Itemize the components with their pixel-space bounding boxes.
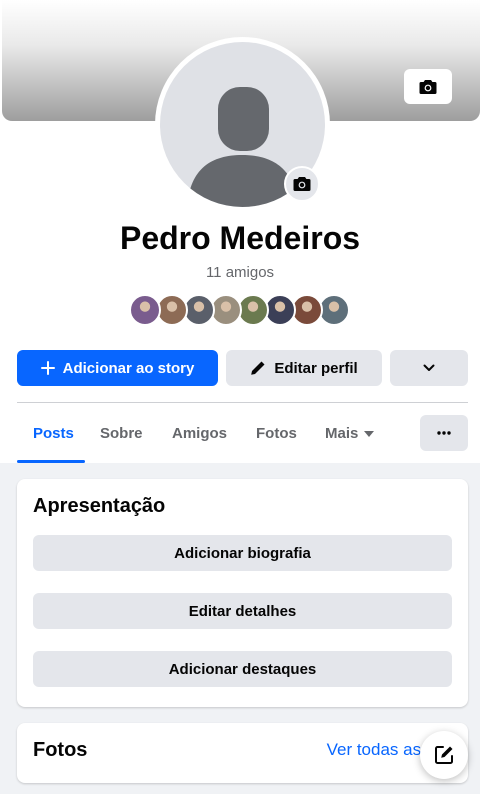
- header-divider: [17, 402, 468, 403]
- friend-avatar[interactable]: [129, 294, 161, 326]
- edit-profile-button[interactable]: Editar perfil: [226, 350, 382, 386]
- tab-about[interactable]: Sobre: [100, 425, 143, 442]
- more-options-button[interactable]: [420, 415, 468, 451]
- active-tab-indicator: [17, 460, 85, 463]
- tab-more[interactable]: Mais: [325, 425, 375, 442]
- tab-photos[interactable]: Fotos: [256, 425, 297, 442]
- caret-down-icon: [364, 430, 375, 437]
- profile-header: Pedro Medeiros 11 amigos Adicionar ao st…: [0, 0, 480, 463]
- intro-title: Apresentação: [33, 495, 166, 517]
- chevron-down-icon: [423, 364, 435, 372]
- compose-icon: [433, 744, 455, 766]
- friends-count[interactable]: 11 amigos: [0, 264, 480, 281]
- photos-card: Fotos Ver todas as fo: [17, 723, 468, 783]
- add-featured-button[interactable]: Adicionar destaques: [33, 651, 452, 687]
- profile-more-dropdown-button[interactable]: [390, 350, 468, 386]
- ellipsis-icon: [437, 431, 451, 435]
- edit-avatar-camera-icon[interactable]: [284, 166, 320, 202]
- friend-avatars-row: [129, 294, 350, 326]
- edit-profile-label: Editar perfil: [274, 359, 358, 377]
- intro-card: Apresentação Adicionar biografia Editar …: [17, 479, 468, 707]
- add-to-story-button[interactable]: Adicionar ao story: [17, 350, 218, 386]
- photos-title: Fotos: [33, 739, 88, 761]
- compose-button[interactable]: [420, 731, 468, 779]
- profile-name: Pedro Medeiros: [119, 220, 361, 256]
- edit-details-button[interactable]: Editar detalhes: [33, 593, 452, 629]
- tab-more-label: Mais: [325, 425, 359, 442]
- add-bio-button[interactable]: Adicionar biografia: [33, 535, 452, 571]
- add-to-story-label: Adicionar ao story: [62, 359, 195, 377]
- tab-posts[interactable]: Posts: [33, 425, 74, 442]
- tab-friends[interactable]: Amigos: [172, 425, 227, 442]
- pencil-icon: [250, 360, 266, 376]
- plus-icon: [40, 361, 55, 375]
- edit-cover-camera-icon[interactable]: [404, 69, 452, 104]
